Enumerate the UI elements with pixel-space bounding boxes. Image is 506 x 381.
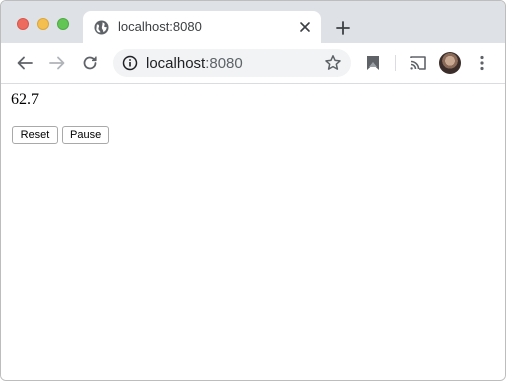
reset-button[interactable]: Reset — [12, 126, 58, 144]
globe-icon — [94, 20, 109, 35]
tab-title: localhost:8080 — [118, 19, 202, 34]
browser-toolbar: localhost:8080 — [1, 43, 505, 84]
window-close-button[interactable] — [17, 18, 29, 30]
star-icon[interactable] — [324, 54, 342, 72]
cast-icon[interactable] — [409, 54, 427, 72]
title-bar: localhost:8080 — [1, 1, 505, 43]
window-zoom-button[interactable] — [57, 18, 69, 30]
forward-arrow-icon[interactable] — [48, 54, 66, 72]
url-text[interactable]: localhost:8080 — [146, 55, 243, 72]
value-display: 62.7 — [11, 91, 39, 108]
url-host: localhost — [146, 55, 206, 72]
url-port: :8080 — [205, 55, 243, 72]
bookmark-extension-icon[interactable] — [364, 54, 382, 72]
more-menu-icon[interactable] — [473, 54, 491, 72]
toolbar-divider — [395, 55, 396, 71]
info-icon[interactable] — [122, 55, 138, 71]
reload-icon[interactable] — [81, 54, 99, 72]
profile-avatar[interactable] — [439, 52, 461, 74]
back-arrow-icon[interactable] — [16, 54, 34, 72]
close-tab-icon[interactable] — [299, 21, 311, 33]
browser-window: localhost:8080 localhost:8080 62.7 Reset… — [0, 0, 506, 381]
window-minimize-button[interactable] — [37, 18, 49, 30]
browser-tab[interactable]: localhost:8080 — [83, 11, 321, 43]
new-tab-icon[interactable] — [335, 20, 351, 36]
pause-button[interactable]: Pause — [62, 126, 109, 144]
address-bar[interactable]: localhost:8080 — [113, 49, 351, 77]
page-content: 62.7 Reset Pause — [1, 84, 505, 380]
